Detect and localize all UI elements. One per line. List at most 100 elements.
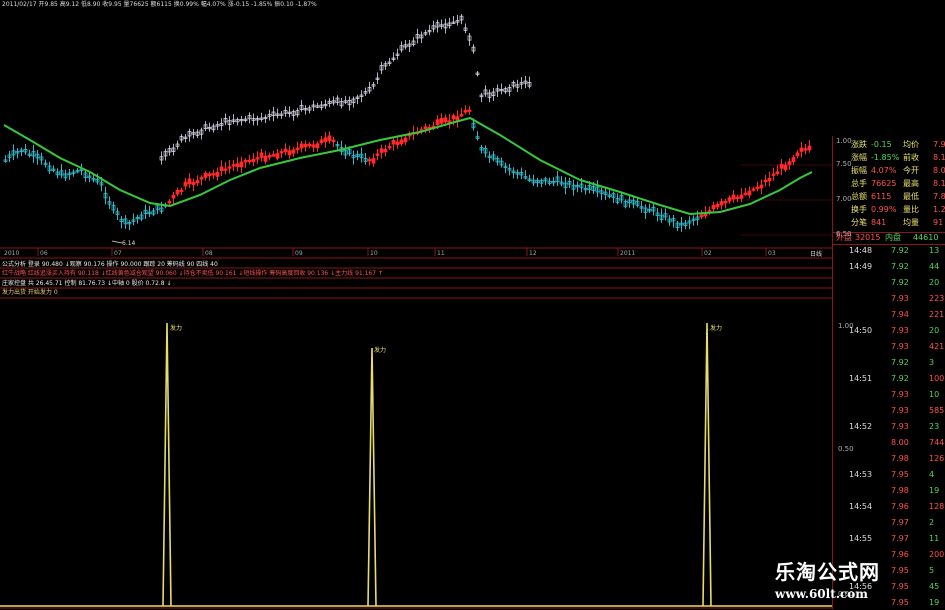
quote-value: 841	[871, 218, 887, 227]
candle-body	[315, 143, 320, 149]
tick-row[interactable]: 7.93 10	[833, 390, 945, 402]
indicator-row-4[interactable]: 发力出货 开始发力 0	[2, 289, 58, 296]
quote-key: 最低	[903, 192, 919, 201]
candle-body	[467, 109, 472, 112]
candle-body	[203, 172, 208, 178]
candle-body	[775, 171, 780, 175]
candle-body	[723, 200, 728, 204]
candle-body	[779, 163, 784, 169]
signal-spike	[702, 322, 712, 607]
tick-row[interactable]: 7.92 3	[833, 358, 945, 370]
tick-price: 7.92	[891, 278, 909, 287]
candle-body	[367, 159, 372, 162]
candle-body	[275, 153, 280, 159]
candle-body	[291, 149, 296, 154]
candle-body	[743, 192, 748, 195]
tick-row[interactable]: 7.92 20	[833, 278, 945, 290]
tick-row[interactable]: 7.98 19	[833, 486, 945, 498]
candle-body	[459, 114, 464, 117]
tick-time: 14:48	[849, 246, 873, 255]
tick-price: 7.93	[891, 422, 909, 431]
main-chart-svg[interactable]	[0, 0, 945, 609]
watermark-url: www.60lt.com	[775, 587, 868, 601]
tick-volume: 585	[929, 406, 945, 415]
candle-body	[327, 135, 332, 141]
tick-row[interactable]: 14:50 7.93 20	[833, 326, 945, 338]
tick-row[interactable]: 14:54 7.96 128	[833, 502, 945, 514]
candle-body	[791, 157, 796, 163]
candle-body	[447, 120, 452, 123]
candle-body	[259, 152, 264, 158]
tick-price: 7.96	[891, 502, 909, 511]
tick-volume: 2	[929, 518, 935, 527]
indicator-row-1[interactable]: 公式分析 登录 90.480 ↓观察 90.176 操作 90.000 跟踪 2…	[2, 261, 218, 268]
quote-row: 总手 76625 最高 8.17	[833, 179, 945, 191]
tick-price: 7.92	[891, 374, 909, 383]
quote-value: 0.99%	[871, 205, 897, 214]
candle-body	[767, 177, 772, 182]
quote-value: -1.85%	[871, 153, 900, 162]
signal-spike	[367, 347, 377, 607]
candle-body	[255, 157, 260, 160]
indicator-row-2[interactable]: 红牛战略 红线追涨买入持有 90.118 ↓红线黄色减仓观望 90.060 ↓持…	[2, 270, 383, 277]
candle-body	[711, 205, 716, 210]
tick-row[interactable]: 7.93 585	[833, 406, 945, 418]
candle-body	[379, 148, 384, 153]
tick-price: 7.93	[891, 342, 909, 351]
quote-key: 分笔	[851, 218, 867, 227]
tick-row[interactable]: 14:51 7.92 100	[833, 374, 945, 386]
tick-row[interactable]: 8.00 744	[833, 438, 945, 450]
quote-key: 总手	[851, 179, 867, 188]
candle-body	[287, 150, 292, 156]
outer-value: 32015	[855, 233, 881, 242]
candle-body	[399, 139, 404, 145]
tick-volume: 223	[929, 294, 945, 303]
tick-row[interactable]: 7.94 221	[833, 310, 945, 322]
candle-body	[799, 147, 804, 152]
candle-body	[699, 214, 704, 218]
tick-row[interactable]: 14:48 7.92 13	[833, 246, 945, 258]
tick-time: 14:50	[849, 326, 873, 335]
candle-body	[195, 180, 200, 184]
candle-body	[395, 141, 400, 145]
tick-row[interactable]: 14:55 7.97 11	[833, 534, 945, 546]
tick-volume: 19	[929, 486, 940, 495]
tick-price: 7.98	[891, 454, 909, 463]
candle-body	[787, 161, 792, 165]
tick-price: 7.92	[891, 262, 909, 271]
watermark: 乐淘公式网 www.60lt.com	[775, 556, 935, 601]
quote-key: 今开	[903, 166, 919, 175]
tick-row[interactable]: 7.93 223	[833, 294, 945, 306]
quote-key: 均量	[903, 218, 919, 227]
tick-row[interactable]: 14:49 7.92 44	[833, 262, 945, 274]
candle-body	[311, 144, 316, 148]
candle-body	[755, 186, 760, 189]
candle-body	[247, 159, 252, 163]
tick-price: 7.98	[891, 486, 909, 495]
period-label[interactable]: 日线	[810, 251, 822, 258]
tick-row[interactable]: 14:52 7.93 23	[833, 422, 945, 434]
quote-value: 7.95	[933, 140, 945, 149]
candle-body	[443, 117, 448, 123]
candle-body	[771, 173, 776, 176]
month-label: 08	[205, 250, 213, 257]
candle-body	[307, 143, 312, 147]
indicator-row-3[interactable]: 庄家控盘 共 26.45.71 控制 81.76.73 ↓中轴 0 股价 0.7…	[2, 280, 172, 287]
candle-body	[735, 196, 740, 199]
tick-row[interactable]: 7.98 126	[833, 454, 945, 466]
signal-label: 发力	[710, 325, 723, 332]
candle-body	[391, 140, 396, 145]
candle-body	[731, 194, 736, 200]
quote-value: 4.07%	[871, 166, 897, 175]
quote-panel: 1.00 涨跌-0.15均价7.95涨幅-1.85%前收8.10振幅4.07%今…	[832, 136, 945, 609]
tick-row[interactable]: 14:53 7.95 4	[833, 470, 945, 482]
quote-key: 均价	[903, 140, 919, 149]
price-axis-label: 7.00	[836, 195, 852, 203]
tick-row[interactable]: 7.97 2	[833, 518, 945, 530]
candle-body	[263, 155, 268, 162]
quote-key: 涨幅	[851, 153, 867, 162]
candle-body	[295, 147, 300, 151]
candle-body	[387, 146, 392, 149]
quote-value: 91	[933, 218, 944, 227]
tick-row[interactable]: 7.93 421	[833, 342, 945, 354]
